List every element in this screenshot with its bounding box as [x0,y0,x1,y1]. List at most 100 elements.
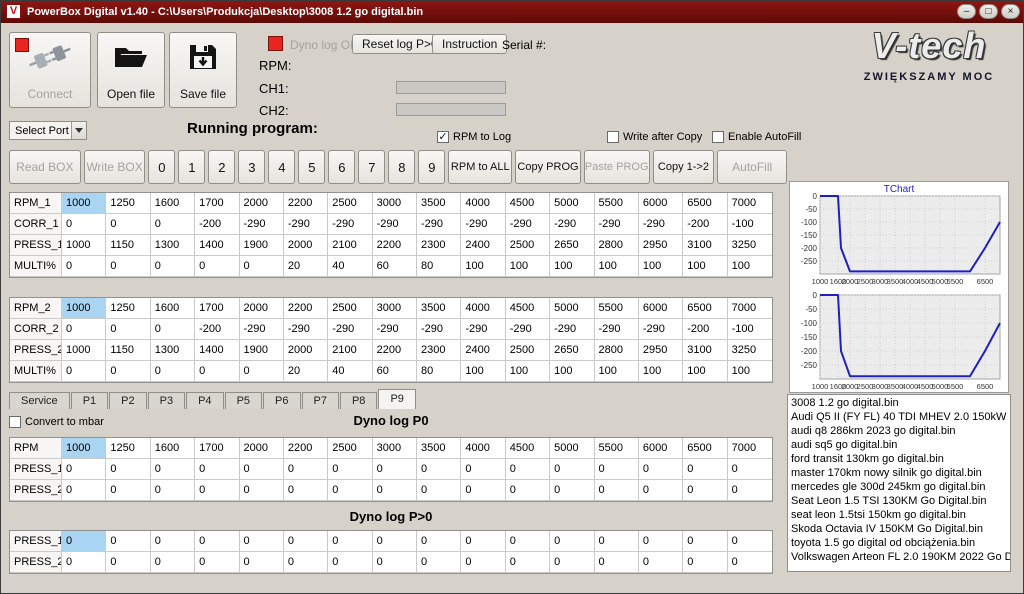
table-cell[interactable]: 0 [550,531,594,552]
table-cell[interactable]: 0 [106,531,150,552]
table-cell[interactable]: 80 [417,256,461,277]
table-cell[interactable]: 0 [151,531,195,552]
table-cell[interactable]: 100 [506,361,550,382]
table-cell[interactable]: 1250 [106,438,150,459]
write-box-button[interactable]: Write BOX [84,150,146,184]
file-item[interactable]: mercedes gle 300d 245km go digital.bin [788,480,1010,494]
table-cell[interactable]: 0 [683,531,727,552]
table-cell[interactable]: 20 [284,361,328,382]
table-cell[interactable]: 0 [595,552,639,573]
table-cell[interactable]: 2650 [550,340,594,361]
table-cell[interactable]: 100 [595,256,639,277]
file-item[interactable]: audi sq5 go digital.bin [788,438,1010,452]
table-cell[interactable]: -290 [328,319,372,340]
digit-button-3[interactable]: 3 [238,150,265,184]
save-file-button[interactable]: Save file [169,32,237,108]
table-cell[interactable]: 0 [328,480,372,501]
table-cell[interactable]: 2300 [417,340,461,361]
table-cell[interactable]: 4500 [506,298,550,319]
file-item[interactable]: Volkswagen Arteon FL 2.0 190KM 2022 Go D… [788,550,1010,564]
table-cell[interactable]: 3100 [683,235,727,256]
table-cell[interactable]: 0 [240,361,284,382]
table-cell[interactable]: 0 [639,552,683,573]
table-cell[interactable]: 0 [595,531,639,552]
tab-p5[interactable]: P5 [225,392,262,409]
table-cell[interactable]: 80 [417,361,461,382]
table-cell[interactable]: 0 [151,319,195,340]
checkbox-box[interactable]: ✓ [437,131,449,143]
table-cell[interactable]: 1700 [195,298,239,319]
table-cell[interactable]: 2300 [417,235,461,256]
table-cell[interactable]: 0 [328,531,372,552]
table-cell[interactable]: 0 [373,552,417,573]
copy-1-to-2-button[interactable]: Copy 1->2 [653,150,715,184]
table-cell[interactable]: 0 [550,552,594,573]
autofill-button[interactable]: AutoFill [717,150,787,184]
table-cell[interactable]: -200 [195,319,239,340]
table-cell[interactable]: 0 [683,552,727,573]
table-cell[interactable]: 0 [106,319,150,340]
tab-p1[interactable]: P1 [71,392,108,409]
table-cell[interactable]: 0 [417,459,461,480]
table-cell[interactable]: 1000 [62,235,106,256]
table-cell[interactable]: 2500 [328,438,372,459]
table-cell[interactable]: 0 [284,531,328,552]
table-cell[interactable]: 0 [240,480,284,501]
table-cell[interactable]: 0 [506,459,550,480]
file-item[interactable]: seat leon 1.5tsi 150km go digital.bin [788,508,1010,522]
table-cell[interactable]: 3250 [728,340,772,361]
table-cell[interactable]: 0 [417,480,461,501]
table-cell[interactable]: -290 [595,214,639,235]
table-cell[interactable]: 0 [550,480,594,501]
read-box-button[interactable]: Read BOX [9,150,81,184]
table-cell[interactable]: -290 [639,319,683,340]
table-cell[interactable]: 0 [683,480,727,501]
table-cell[interactable]: 0 [240,459,284,480]
table-cell[interactable]: 0 [639,459,683,480]
table-cell[interactable]: 2500 [506,340,550,361]
tab-p9[interactable]: P9 [378,389,415,409]
table-cell[interactable]: -290 [506,319,550,340]
table-cell[interactable]: 4500 [506,193,550,214]
table-cell[interactable]: 0 [728,531,772,552]
tab-p7[interactable]: P7 [302,392,339,409]
table-cell[interactable]: -200 [683,214,727,235]
table-cell[interactable]: 0 [106,552,150,573]
table-cell[interactable]: 0 [106,214,150,235]
table-cell[interactable]: 60 [373,361,417,382]
checkbox-box[interactable] [607,131,619,143]
table-cell[interactable]: 0 [461,459,505,480]
table-cell[interactable]: 0 [195,459,239,480]
table-cell[interactable]: 1250 [106,193,150,214]
file-item[interactable]: Audi Q5 II (FY FL) 40 TDI MHEV 2.0 150kW… [788,410,1010,424]
table-cell[interactable]: 0 [373,531,417,552]
table-cell[interactable]: 7000 [728,298,772,319]
instruction-button[interactable]: Instruction [432,34,507,54]
table-cell[interactable]: 0 [728,552,772,573]
table-cell[interactable]: 1300 [151,235,195,256]
table-cell[interactable]: 1300 [151,340,195,361]
table-cell[interactable]: 0 [728,480,772,501]
table-cell[interactable]: 0 [106,459,150,480]
table-cell[interactable]: -100 [728,319,772,340]
table-cell[interactable]: 0 [106,256,150,277]
tab-p8[interactable]: P8 [340,392,377,409]
table-cell[interactable]: 2200 [373,235,417,256]
table-cell[interactable]: 0 [240,256,284,277]
table-cell[interactable]: 2000 [240,193,284,214]
table-cell[interactable]: 0 [62,361,106,382]
table-cell[interactable]: 100 [728,256,772,277]
file-item[interactable]: Seat Leon 1.5 TSI 130KM Go Digital.bin [788,494,1010,508]
table-cell[interactable]: 0 [461,480,505,501]
table-cell[interactable]: 0 [195,256,239,277]
digit-button-6[interactable]: 6 [328,150,355,184]
table-cell[interactable]: -200 [683,319,727,340]
maximize-button[interactable]: □ [979,4,998,19]
table-cell[interactable]: 3250 [728,235,772,256]
table-cell[interactable]: 100 [550,361,594,382]
table-cell[interactable]: 1400 [195,340,239,361]
minimize-button[interactable]: – [957,4,976,19]
table-cell[interactable]: -290 [284,319,328,340]
table-cell[interactable]: 0 [417,531,461,552]
tab-p2[interactable]: P2 [109,392,146,409]
